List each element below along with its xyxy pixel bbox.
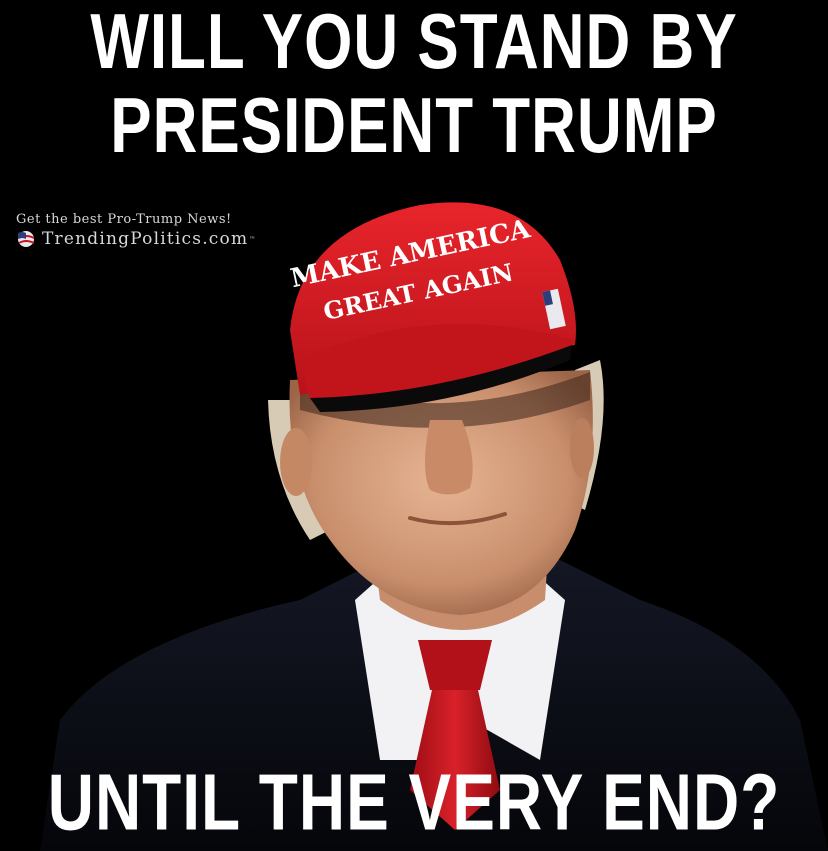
watermark-tagline: Get the best Pro-Trump News! xyxy=(16,212,232,227)
watermark: Get the best Pro-Trump News! TrendingPol… xyxy=(16,212,256,249)
watermark-site-row: TrendingPolitics.com ™ xyxy=(16,229,256,249)
left-ear xyxy=(280,428,312,496)
meme-image: MAKE AMERICA GREAT AGAIN WILL YOU STAND … xyxy=(0,0,828,851)
right-ear xyxy=(570,418,594,478)
headline-line-1: WILL YOU STAND BY xyxy=(90,0,738,86)
headline-line-2: PRESIDENT TRUMP xyxy=(110,83,718,170)
flag-logo-icon xyxy=(18,231,34,247)
tie-knot xyxy=(418,640,492,690)
watermark-site: TrendingPolitics.com xyxy=(42,229,249,249)
watermark-trademark: ™ xyxy=(249,235,257,243)
bottom-caption: UNTIL THE VERY END? xyxy=(47,757,781,847)
nose xyxy=(425,420,473,495)
